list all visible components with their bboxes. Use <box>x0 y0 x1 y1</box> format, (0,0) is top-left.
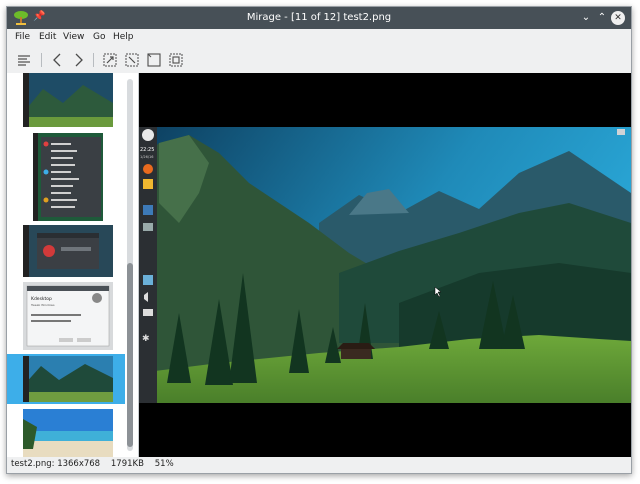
status-filesize: 1791KB <box>110 459 144 469</box>
menu-help[interactable]: Help <box>113 32 134 42</box>
fit-to-window-icon[interactable] <box>101 51 119 69</box>
menu-bar: File Edit View Go Help <box>7 29 631 45</box>
status-zoom: 51% <box>154 459 174 469</box>
clock-icon <box>142 129 154 141</box>
original-size-icon[interactable] <box>167 51 185 69</box>
image-app-icon <box>143 275 153 285</box>
title-bar: 📌 Mirage - [11 of 12] test2.png ⌄ ⌃ ✕ <box>7 7 631 29</box>
minimize-button[interactable]: ⌄ <box>579 11 593 25</box>
zoom-out-icon[interactable] <box>145 51 163 69</box>
window-icon <box>143 223 153 231</box>
list-view-icon[interactable] <box>15 51 33 69</box>
thumbnail-image[interactable] <box>23 409 113 457</box>
toolbar <box>7 47 631 73</box>
status-filename: test2.png: <box>11 459 55 469</box>
app-icon <box>143 205 153 215</box>
status-bar: test2.png: 1366x768 1791KB 51% <box>7 457 631 473</box>
bluetooth-icon: ✱ <box>142 334 150 344</box>
status-dimensions: 1366x768 <box>57 459 101 469</box>
thumbnail-image[interactable]: Kdesktop Tweak Windows <box>23 282 113 350</box>
thumbnail-image[interactable] <box>23 73 113 127</box>
thumbnail-dialog-subtitle: Tweak Windows <box>30 303 55 307</box>
status-text: test2.png: 1366x768 1791KB 51% <box>11 459 174 469</box>
panel-clock-date: 1/26/16 <box>140 155 154 159</box>
close-button[interactable]: ✕ <box>611 11 625 25</box>
menu-view[interactable]: View <box>63 32 84 42</box>
zoom-in-icon[interactable] <box>123 51 141 69</box>
menu-file[interactable]: File <box>15 32 30 42</box>
thumbnail-panel[interactable]: Kdesktop Tweak Windows <box>7 73 139 457</box>
firefox-icon <box>143 164 153 174</box>
thumbnail-image[interactable] <box>23 225 113 277</box>
thumbnail-scrollbar-handle[interactable] <box>127 263 133 447</box>
next-image-icon[interactable] <box>69 51 87 69</box>
thumbnail-image[interactable] <box>33 133 103 221</box>
display-icon <box>143 309 153 316</box>
mirage-window: 📌 Mirage - [11 of 12] test2.png ⌄ ⌃ ✕ Fi… <box>6 6 632 474</box>
previous-image-icon[interactable] <box>49 51 67 69</box>
thumbnail-image-selected[interactable] <box>23 356 113 402</box>
maximize-button[interactable]: ⌃ <box>595 11 609 25</box>
main-image[interactable]: 22:25 1/26/16 ✱ <box>139 73 631 457</box>
image-viewer[interactable]: 22:25 1/26/16 ✱ <box>139 73 631 457</box>
toolbar-separator <box>93 53 94 67</box>
menu-go[interactable]: Go <box>93 32 105 42</box>
menu-edit[interactable]: Edit <box>39 32 56 42</box>
folder-icon <box>143 179 153 189</box>
window-title: Mirage - [11 of 12] test2.png <box>246 12 392 23</box>
panel-clock-time: 22:25 <box>140 147 154 153</box>
toolbar-separator <box>41 53 42 67</box>
desktop-corner-icon <box>617 129 625 135</box>
thumbnail-dialog-title: Kdesktop <box>31 296 52 302</box>
